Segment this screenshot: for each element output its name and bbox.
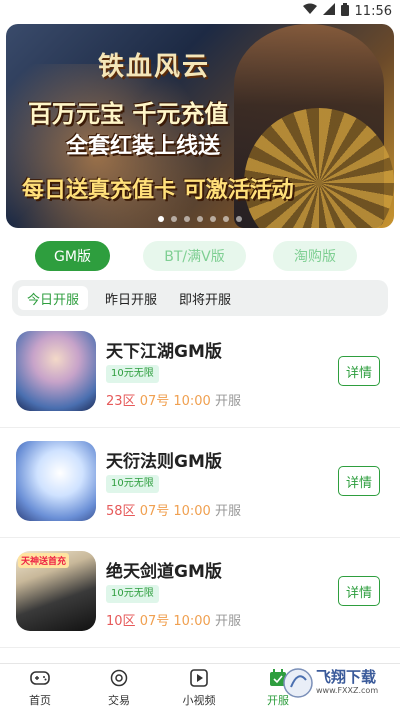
game-name: 绝天剑道GM版 [106, 562, 222, 582]
banner-dot[interactable] [236, 216, 242, 222]
tab-bt-version[interactable]: BT/满V版 [143, 241, 246, 271]
server-status: 开服 [214, 394, 241, 409]
wifi-icon [302, 3, 317, 19]
banner-game-logo: 铁血风云 [98, 52, 211, 82]
nav-home[interactable]: 首页 [10, 668, 70, 710]
status-time: 11:56 [354, 3, 392, 19]
list-item[interactable]: 天下江湖GM版 10元无限 23区 07号 10:00 开服 详情 [0, 318, 400, 428]
watermark-text: 飞翔下载 [316, 668, 377, 686]
server-date: 07号 10:00 [139, 504, 211, 519]
price-tag: 10元无限 [106, 365, 159, 383]
tab-today-open[interactable]: 今日开服 [18, 286, 88, 310]
price-tag: 10元无限 [106, 475, 159, 493]
watermark-url: www.FXXZ.com [316, 686, 379, 695]
list-item[interactable]: 天神送首充 绝天剑道GM版 10元无限 10区 07号 10:00 开服 详情 [0, 538, 400, 648]
tab-yesterday-open[interactable]: 昨日开服 [96, 286, 166, 310]
price-tag: 10元无限 [106, 585, 159, 603]
nav-video[interactable]: 小视频 [169, 668, 229, 710]
promo-banner[interactable]: 铁血风云 百万元宝 千元充值 全套红装上线送 每日送真充值卡 可激活活动 [6, 24, 394, 228]
detail-button[interactable]: 详情 [338, 356, 380, 386]
trade-icon [109, 668, 129, 688]
banner-dot[interactable] [171, 216, 177, 222]
banner-line-2: 全套红装上线送 [66, 134, 221, 159]
day-tabs: 今日开服 昨日开服 即将开服 [12, 280, 388, 316]
version-tabs: GM版 BT/满V版 淘购版 [0, 241, 400, 273]
server-meta: 58区 07号 10:00 开服 [106, 500, 241, 519]
server-meta: 23区 07号 10:00 开服 [106, 390, 241, 409]
server-zone: 10区 [106, 614, 136, 629]
game-thumbnail[interactable]: 天神送首充 [16, 551, 96, 631]
banner-line-3: 每日送真充值卡 可激活活动 [22, 178, 294, 203]
nav-label: 交易 [108, 694, 130, 707]
banner-dot[interactable] [197, 216, 203, 222]
server-status: 开服 [214, 504, 241, 519]
server-meta: 10区 07号 10:00 开服 [106, 610, 241, 629]
list-item[interactable]: 天衍法则GM版 10元无限 58区 07号 10:00 开服 详情 [0, 428, 400, 538]
thumbnail-badge: 天神送首充 [18, 553, 70, 568]
nav-trade[interactable]: 交易 [89, 668, 149, 710]
banner-dot[interactable] [223, 216, 229, 222]
status-bar: 11:56 [0, 0, 400, 22]
server-date: 07号 10:00 [139, 614, 211, 629]
detail-button[interactable]: 详情 [338, 466, 380, 496]
server-list: 天下江湖GM版 10元无限 23区 07号 10:00 开服 详情 天衍法则GM… [0, 318, 400, 648]
server-date: 07号 10:00 [139, 394, 211, 409]
gamepad-icon [30, 668, 50, 688]
nav-label: 小视频 [182, 694, 216, 707]
server-zone: 58区 [106, 504, 136, 519]
tab-upcoming-open[interactable]: 即将开服 [170, 286, 240, 310]
game-thumbnail[interactable] [16, 441, 96, 521]
game-thumbnail[interactable] [16, 331, 96, 411]
server-status: 开服 [214, 614, 241, 629]
tab-gm-version[interactable]: GM版 [35, 241, 110, 271]
battery-icon [340, 2, 349, 20]
banner-dot[interactable] [184, 216, 190, 222]
banner-dot[interactable] [210, 216, 216, 222]
nav-label: 首页 [29, 694, 51, 707]
detail-button[interactable]: 详情 [338, 576, 380, 606]
video-icon [189, 668, 209, 688]
banner-line-1: 百万元宝 千元充值 [28, 100, 229, 128]
banner-pagination [6, 216, 394, 222]
site-watermark: 飞翔下载 www.FXXZ.com [282, 664, 394, 702]
game-name: 天衍法则GM版 [106, 452, 222, 472]
signal-icon [322, 3, 335, 19]
server-zone: 23区 [106, 394, 136, 409]
tab-taogou-version[interactable]: 淘购版 [273, 241, 357, 271]
game-name: 天下江湖GM版 [106, 342, 222, 362]
banner-dot[interactable] [158, 216, 164, 222]
